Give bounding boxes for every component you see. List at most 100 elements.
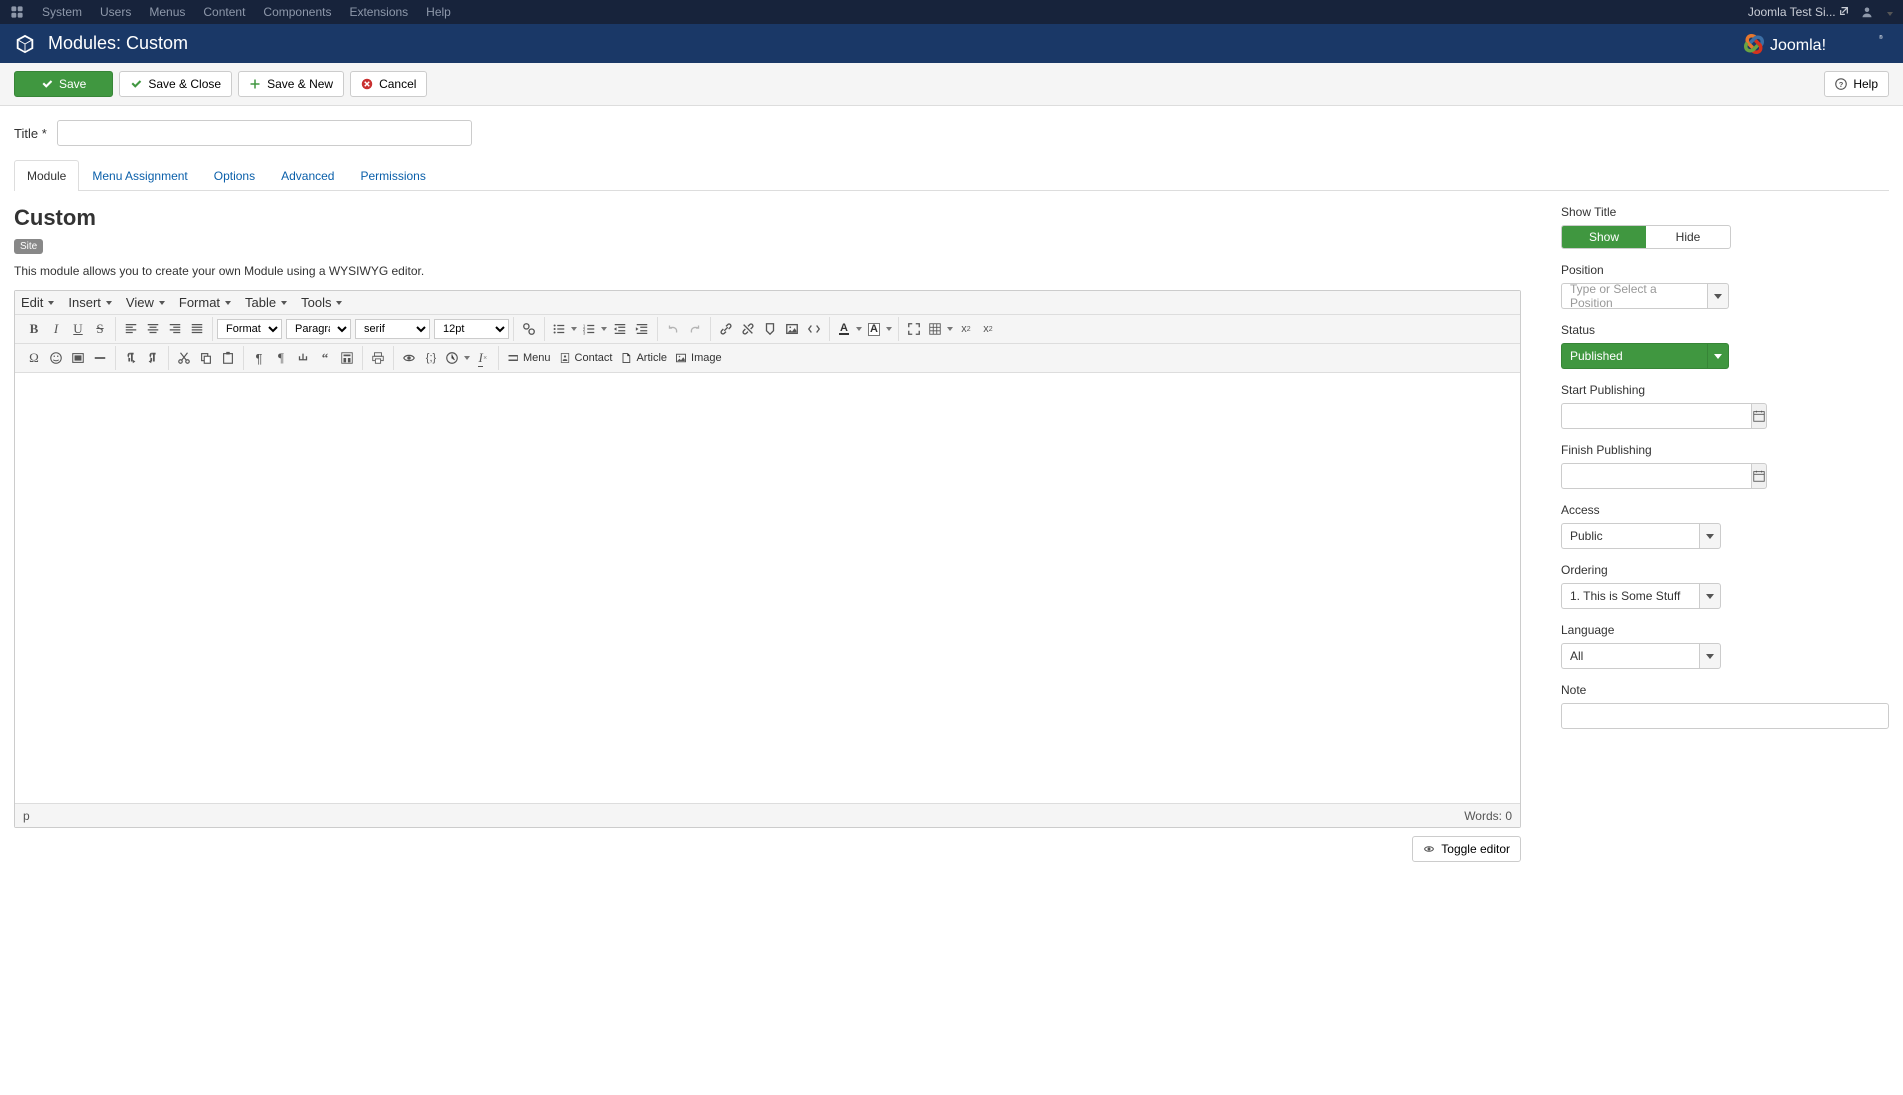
user-caret[interactable]: [1885, 5, 1893, 19]
align-justify-button[interactable]: [186, 318, 208, 340]
editor-menu-table[interactable]: Table: [245, 295, 287, 310]
superscript-button[interactable]: x2: [977, 318, 999, 340]
chevron-down-icon[interactable]: [1707, 343, 1729, 369]
redo-button[interactable]: [684, 318, 706, 340]
paste-button[interactable]: [217, 347, 239, 369]
outdent-button[interactable]: [609, 318, 631, 340]
insert-menu-button[interactable]: Menu: [503, 347, 555, 369]
insert-image-button[interactable]: Image: [671, 347, 726, 369]
chevron-down-icon[interactable]: [1699, 523, 1721, 549]
save-close-button[interactable]: Save & Close: [119, 71, 232, 97]
link-button[interactable]: [715, 318, 737, 340]
text-color-button[interactable]: A: [834, 318, 864, 340]
calendar-icon[interactable]: [1751, 403, 1767, 429]
chevron-down-icon[interactable]: [1699, 583, 1721, 609]
nav-content[interactable]: Content: [203, 5, 245, 19]
nav-components[interactable]: Components: [263, 5, 331, 19]
media-button[interactable]: [67, 347, 89, 369]
strikethrough-button[interactable]: S: [89, 318, 111, 340]
finish-pub-input[interactable]: [1561, 463, 1761, 489]
help-button[interactable]: ? Help: [1824, 71, 1889, 97]
editor-menu-tools[interactable]: Tools: [301, 295, 342, 310]
italic-button[interactable]: I: [45, 318, 67, 340]
align-center-button[interactable]: [142, 318, 164, 340]
editor-menu-insert[interactable]: Insert: [68, 295, 112, 310]
copy-button[interactable]: [195, 347, 217, 369]
find-replace-button[interactable]: [518, 318, 540, 340]
calendar-icon[interactable]: [1751, 463, 1767, 489]
cut-button[interactable]: [173, 347, 195, 369]
clear-format-button[interactable]: I×: [472, 347, 494, 369]
datetime-button[interactable]: [442, 347, 472, 369]
underline-button[interactable]: U: [67, 318, 89, 340]
show-option[interactable]: Show: [1562, 226, 1646, 248]
code-button[interactable]: [803, 318, 825, 340]
editor-body[interactable]: [15, 373, 1520, 803]
nav-extensions[interactable]: Extensions: [349, 5, 408, 19]
ordering-select[interactable]: 1. This is Some Stuff: [1561, 583, 1721, 609]
indent-button[interactable]: [631, 318, 653, 340]
nav-users[interactable]: Users: [100, 5, 131, 19]
tab-menu-assignment[interactable]: Menu Assignment: [79, 160, 200, 191]
tab-options[interactable]: Options: [201, 160, 268, 191]
template-button[interactable]: [336, 347, 358, 369]
tab-permissions[interactable]: Permissions: [347, 160, 438, 191]
show-blocks-button[interactable]: ¶: [270, 347, 292, 369]
emoticon-button[interactable]: [45, 347, 67, 369]
nav-help[interactable]: Help: [426, 5, 451, 19]
editor-menu-format[interactable]: Format: [179, 295, 231, 310]
user-icon[interactable]: [1861, 6, 1873, 18]
note-input[interactable]: [1561, 703, 1889, 729]
bullet-list-button[interactable]: [549, 318, 579, 340]
editor-path[interactable]: p: [23, 809, 30, 823]
undo-button[interactable]: [662, 318, 684, 340]
site-link[interactable]: Joomla Test Si...: [1748, 5, 1849, 19]
access-select[interactable]: Public: [1561, 523, 1721, 549]
align-right-button[interactable]: [164, 318, 186, 340]
hr-button[interactable]: [89, 347, 111, 369]
tab-advanced[interactable]: Advanced: [268, 160, 347, 191]
preview-button[interactable]: [398, 347, 420, 369]
chevron-down-icon[interactable]: [1699, 643, 1721, 669]
anchor-button[interactable]: [759, 318, 781, 340]
language-select[interactable]: All: [1561, 643, 1721, 669]
show-title-toggle[interactable]: Show Hide: [1561, 225, 1731, 249]
nbsp-button[interactable]: [292, 347, 314, 369]
fullscreen-button[interactable]: [903, 318, 925, 340]
ltr-button[interactable]: [120, 347, 142, 369]
start-pub-input[interactable]: [1561, 403, 1761, 429]
show-invisible-button[interactable]: ¶: [248, 347, 270, 369]
tab-module[interactable]: Module: [14, 160, 79, 191]
cancel-button[interactable]: Cancel: [350, 71, 427, 97]
editor-menu-view[interactable]: View: [126, 295, 165, 310]
special-char-button[interactable]: Ω: [23, 347, 45, 369]
bg-color-button[interactable]: A: [864, 318, 894, 340]
chevron-down-icon[interactable]: [1707, 283, 1729, 309]
position-select[interactable]: Type or Select a Position: [1561, 283, 1729, 309]
image-button[interactable]: [781, 318, 803, 340]
nav-system[interactable]: System: [42, 5, 82, 19]
insert-article-button[interactable]: Article: [616, 347, 671, 369]
paragraph-select[interactable]: Paragraph: [286, 319, 351, 339]
unlink-button[interactable]: [737, 318, 759, 340]
rtl-button[interactable]: [142, 347, 164, 369]
formats-select[interactable]: Formats: [217, 319, 282, 339]
toggle-editor-button[interactable]: Toggle editor: [1412, 836, 1521, 862]
number-list-button[interactable]: 123: [579, 318, 609, 340]
status-select[interactable]: Published: [1561, 343, 1729, 369]
codesample-button[interactable]: {;}: [420, 347, 442, 369]
save-button[interactable]: Save: [14, 71, 113, 97]
fontfamily-select[interactable]: serif: [355, 319, 430, 339]
insert-contact-button[interactable]: Contact: [555, 347, 617, 369]
fontsize-select[interactable]: 12pt: [434, 319, 509, 339]
bold-button[interactable]: B: [23, 318, 45, 340]
nav-menus[interactable]: Menus: [149, 5, 185, 19]
subscript-button[interactable]: x2: [955, 318, 977, 340]
print-button[interactable]: [367, 347, 389, 369]
title-input[interactable]: [57, 120, 472, 146]
table-insert-button[interactable]: [925, 318, 955, 340]
save-new-button[interactable]: Save & New: [238, 71, 344, 97]
blockquote-button[interactable]: “: [314, 347, 336, 369]
editor-menu-edit[interactable]: Edit: [21, 295, 54, 310]
align-left-button[interactable]: [120, 318, 142, 340]
